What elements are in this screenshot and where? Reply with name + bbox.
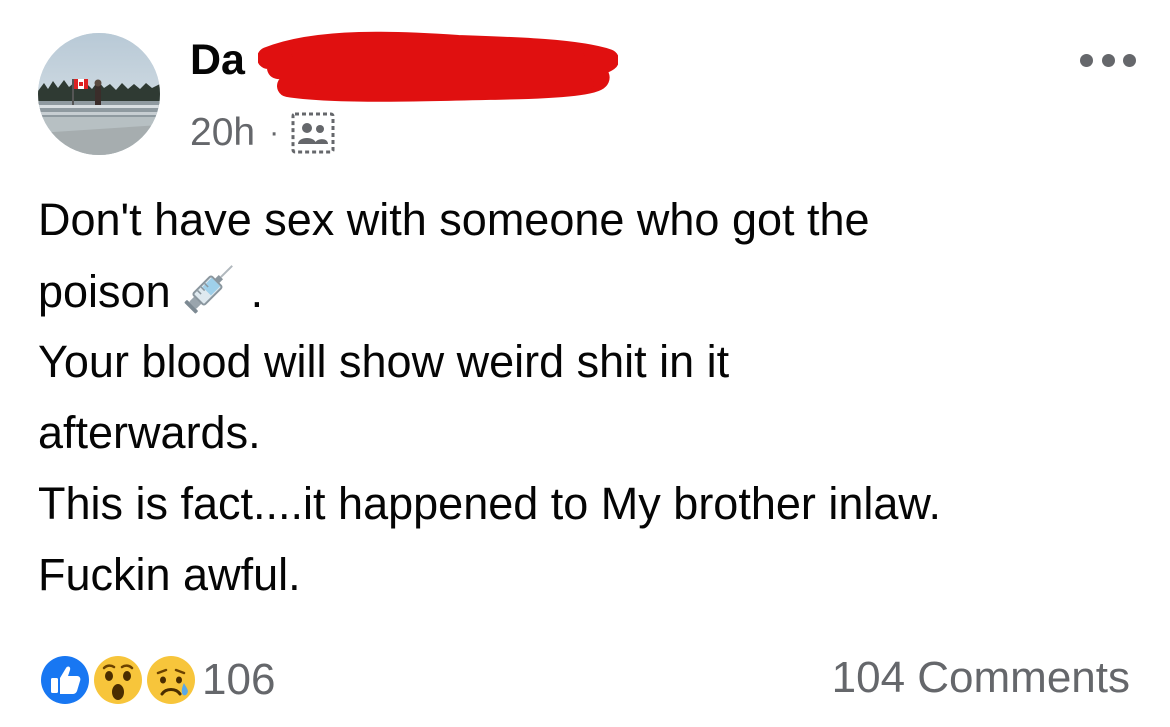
- more-dot: [1101, 53, 1115, 67]
- post-line: Don't have sex with someone who got the: [38, 194, 870, 245]
- reaction-icons: [38, 650, 200, 710]
- avatar-photo: [38, 33, 160, 155]
- post-line: poison .: [38, 255, 1138, 326]
- like-reaction-icon: [38, 653, 92, 707]
- author-name[interactable]: Da: [190, 36, 245, 85]
- meta-separator: ·: [269, 116, 280, 149]
- post-line-suffix: .: [250, 266, 264, 317]
- redaction-scribble: [258, 31, 618, 102]
- reactions-summary[interactable]: 106: [38, 650, 275, 710]
- more-options-icon[interactable]: [1080, 50, 1136, 70]
- post-line: Your blood will show weird shit in it: [38, 336, 730, 387]
- friends-audience-icon[interactable]: [291, 112, 335, 154]
- sad-reaction-icon: [144, 653, 198, 707]
- comments-count-link[interactable]: 104 Comments: [832, 653, 1130, 703]
- syringe-emoji: [184, 265, 233, 314]
- post-timestamp[interactable]: 20h: [190, 111, 255, 155]
- post-meta: 20h ·: [190, 108, 335, 158]
- post-line-text: poison: [38, 266, 171, 317]
- more-dot: [1123, 53, 1136, 67]
- post-line: This is fact....it happened to My brothe…: [38, 478, 941, 529]
- author-avatar[interactable]: [38, 33, 160, 155]
- post-line: Fuckin awful.: [38, 549, 301, 600]
- more-dot: [1080, 53, 1093, 67]
- reaction-count[interactable]: 106: [202, 655, 275, 705]
- wow-reaction-icon: [91, 653, 145, 707]
- post-text: Don't have sex with someone who got the …: [38, 184, 1138, 610]
- post-line: afterwards.: [38, 407, 261, 458]
